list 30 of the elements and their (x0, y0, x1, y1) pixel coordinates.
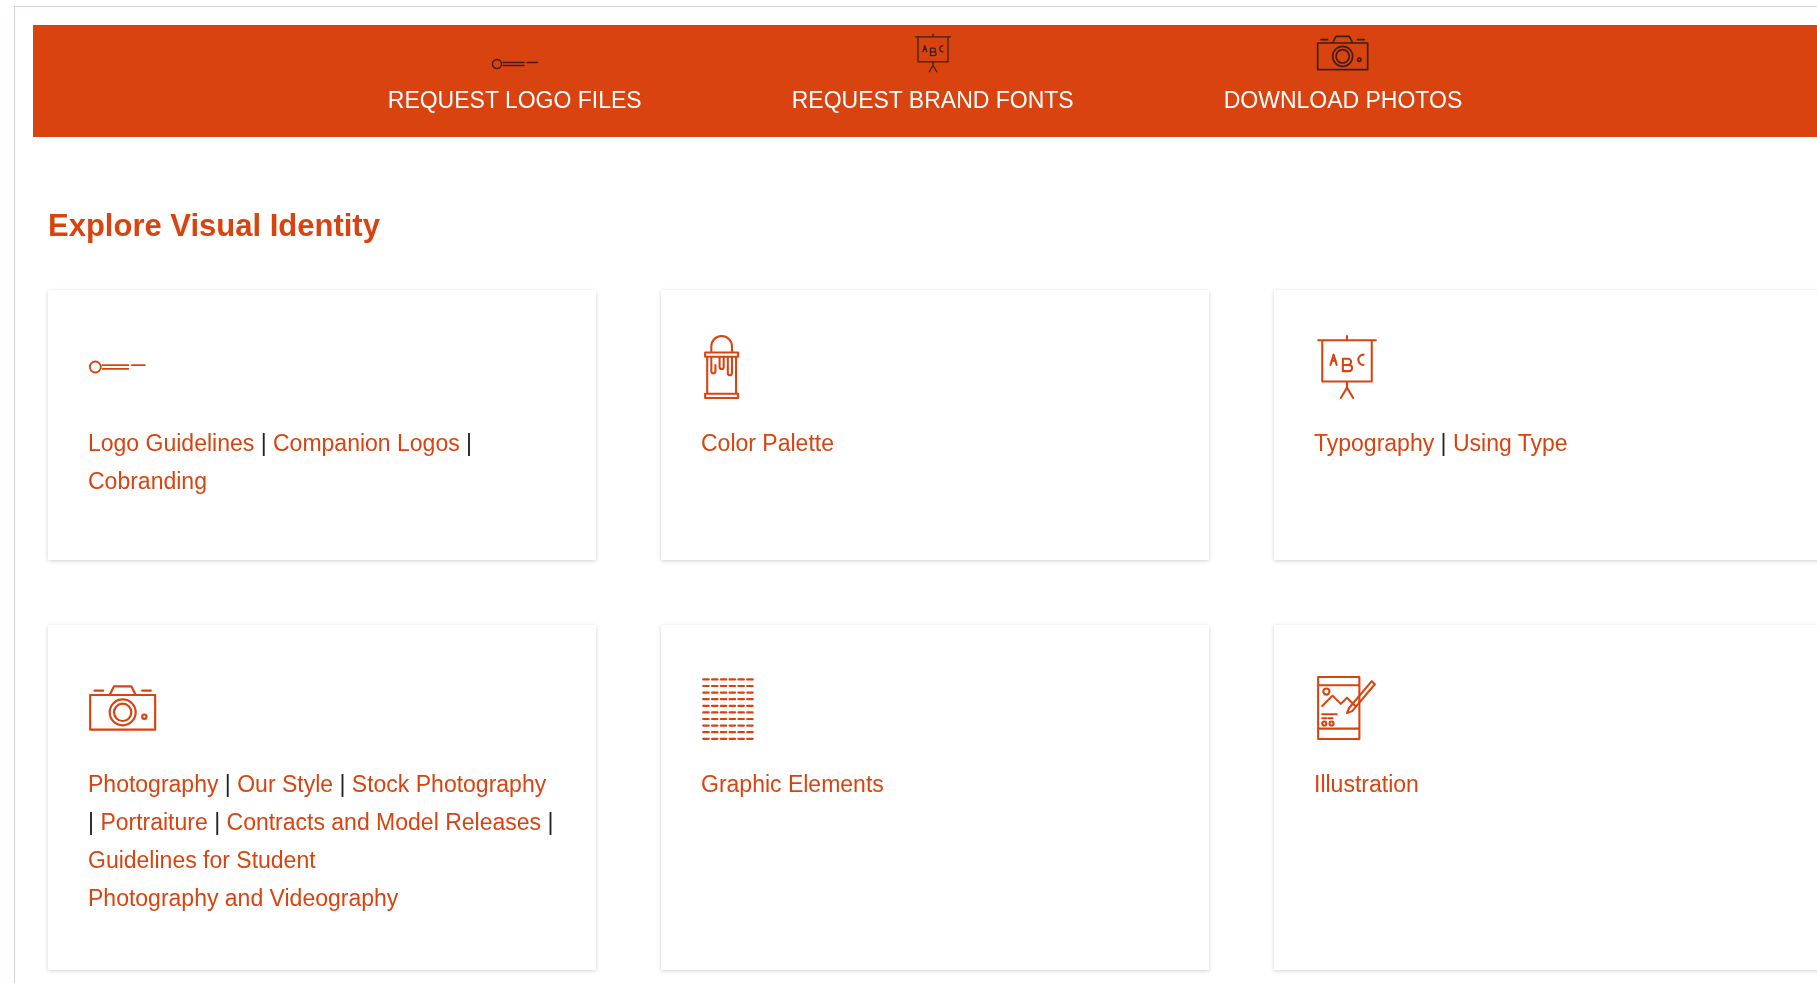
separator: | (1440, 429, 1447, 456)
nav-link[interactable]: DOWNLOAD PHOTOS (1223, 82, 1463, 117)
category-link[interactable]: Our Style (237, 770, 334, 797)
category-link[interactable]: Typography (1314, 429, 1435, 456)
category-link[interactable]: Logo Guidelines (88, 429, 255, 456)
category-link[interactable]: Using Type (1452, 429, 1568, 456)
category-link[interactable]: Color Palette (701, 429, 834, 456)
separator: | (214, 808, 221, 835)
separator: | (466, 429, 473, 456)
nav-link[interactable]: REQUEST LOGO FILES (387, 82, 642, 117)
section-heading: Explore Visual Identity (48, 207, 380, 245)
separator: | (88, 808, 94, 835)
category-link[interactable]: Illustration (1314, 770, 1419, 797)
category-link[interactable]: Photography (88, 770, 219, 797)
separator: | (260, 429, 267, 456)
separator: | (547, 808, 554, 835)
presentation-board-icon (1314, 333, 1380, 400)
presentation-board-icon (912, 32, 953, 73)
category-link[interactable]: Companion Logos (273, 429, 460, 456)
separator: | (224, 770, 231, 797)
category-link[interactable]: Guidelines for Student (88, 846, 316, 873)
category-link[interactable]: Stock Photography (351, 770, 547, 797)
nav-link[interactable]: REQUEST BRAND FONTS (791, 82, 1074, 117)
category-link[interactable]: Graphic Elements (701, 770, 884, 797)
illustration-tablet-icon (1314, 674, 1376, 741)
category-link[interactable]: Contracts and Model Releases (226, 808, 541, 835)
category-link[interactable]: Cobranding (88, 467, 207, 494)
separator: | (339, 770, 346, 797)
category-link[interactable]: Portraiture (100, 808, 208, 835)
category-link[interactable]: Photography and Videography (88, 884, 399, 911)
